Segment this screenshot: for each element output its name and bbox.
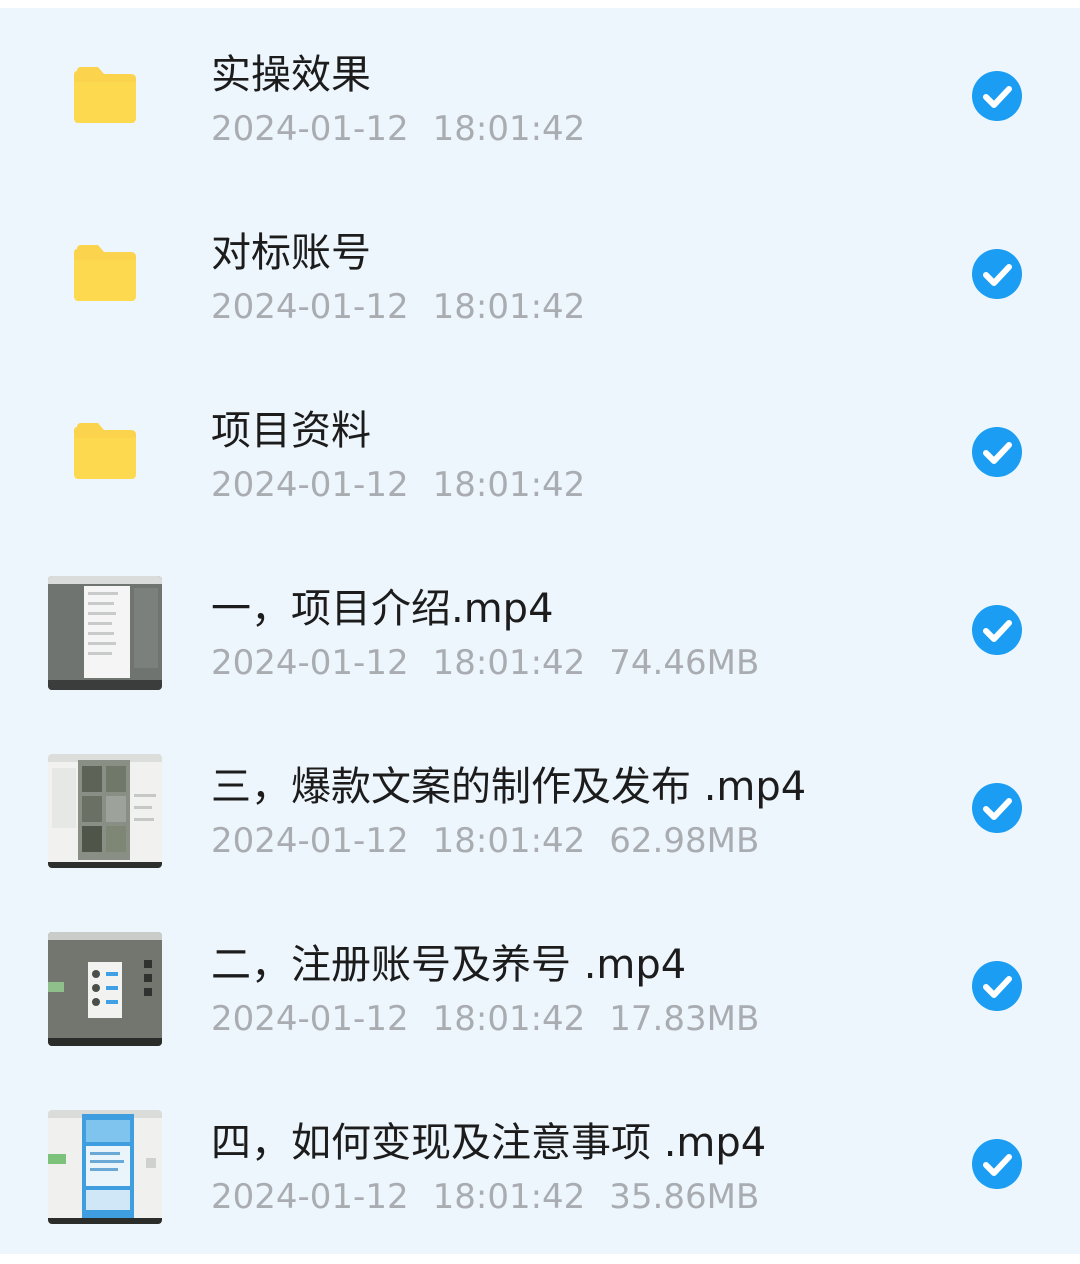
file-meta: 2024-01-12 18:01:42 17.83MB xyxy=(211,998,783,1040)
file-date: 2024-01-12 xyxy=(211,999,409,1039)
folder-icon xyxy=(74,245,136,301)
selected-check-icon[interactable] xyxy=(972,1139,1022,1189)
selected-check-icon[interactable] xyxy=(972,249,1022,299)
file-meta: 2024-01-12 18:01:42 xyxy=(211,464,609,506)
video-thumbnail xyxy=(48,1110,162,1224)
file-name: 二，注册账号及养号 .mp4 xyxy=(211,942,687,988)
file-row-video[interactable]: 三，爆款文案的制作及发布 .mp4 2024-01-12 18:01:42 62.9… xyxy=(0,720,1080,898)
file-name: 四，如何变现及注意事项 .mp4 xyxy=(211,1120,767,1166)
file-date: 2024-01-12 xyxy=(211,465,409,505)
file-time: 18:01:42 xyxy=(432,109,586,149)
file-date: 2024-01-12 xyxy=(211,643,409,683)
file-size: 17.83MB xyxy=(609,999,760,1039)
file-name: 一，项目介绍.mp4 xyxy=(211,586,554,632)
file-meta: 2024-01-12 18:01:42 62.98MB xyxy=(211,820,783,862)
file-name: 三，爆款文案的制作及发布 .mp4 xyxy=(211,764,807,810)
file-name: 对标账号 xyxy=(211,230,371,276)
file-size: 62.98MB xyxy=(609,821,760,861)
selected-check-icon[interactable] xyxy=(972,605,1022,655)
selected-check-icon[interactable] xyxy=(972,427,1022,477)
file-size: 74.46MB xyxy=(609,643,760,683)
file-time: 18:01:42 xyxy=(432,1177,586,1217)
file-row-video[interactable]: 二，注册账号及养号 .mp4 2024-01-12 18:01:42 17.83MB xyxy=(0,898,1080,1076)
file-date: 2024-01-12 xyxy=(211,1177,409,1217)
file-date: 2024-01-12 xyxy=(211,821,409,861)
file-size: 35.86MB xyxy=(609,1177,760,1217)
file-meta: 2024-01-12 18:01:42 35.86MB xyxy=(211,1176,783,1218)
file-date: 2024-01-12 xyxy=(211,287,409,327)
file-time: 18:01:42 xyxy=(432,465,586,505)
folder-icon xyxy=(74,423,136,479)
video-thumbnail xyxy=(48,932,162,1046)
file-row-video[interactable]: 四，如何变现及注意事项 .mp4 2024-01-12 18:01:42 35.86… xyxy=(0,1076,1080,1254)
file-meta: 2024-01-12 18:01:42 xyxy=(211,286,609,328)
video-thumbnail xyxy=(48,576,162,690)
file-meta: 2024-01-12 18:01:42 xyxy=(211,108,609,150)
file-row-folder[interactable]: 对标账号 2024-01-12 18:01:42 xyxy=(0,186,1080,364)
file-time: 18:01:42 xyxy=(432,821,586,861)
folder-icon xyxy=(74,67,136,123)
file-list: 实操效果 2024-01-12 18:01:42 对标账号 2024-01-12 1… xyxy=(0,8,1080,1254)
file-time: 18:01:42 xyxy=(432,287,586,327)
file-row-folder[interactable]: 项目资料 2024-01-12 18:01:42 xyxy=(0,364,1080,542)
file-name: 项目资料 xyxy=(211,408,371,454)
selected-check-icon[interactable] xyxy=(972,783,1022,833)
file-time: 18:01:42 xyxy=(432,643,586,683)
file-row-video[interactable]: 一，项目介绍.mp4 2024-01-12 18:01:42 74.46MB xyxy=(0,542,1080,720)
selected-check-icon[interactable] xyxy=(972,71,1022,121)
file-meta: 2024-01-12 18:01:42 74.46MB xyxy=(211,642,783,684)
file-name: 实操效果 xyxy=(211,52,371,98)
file-date: 2024-01-12 xyxy=(211,109,409,149)
file-time: 18:01:42 xyxy=(432,999,586,1039)
file-row-folder[interactable]: 实操效果 2024-01-12 18:01:42 xyxy=(0,8,1080,186)
selected-check-icon[interactable] xyxy=(972,961,1022,1011)
video-thumbnail xyxy=(48,754,162,868)
